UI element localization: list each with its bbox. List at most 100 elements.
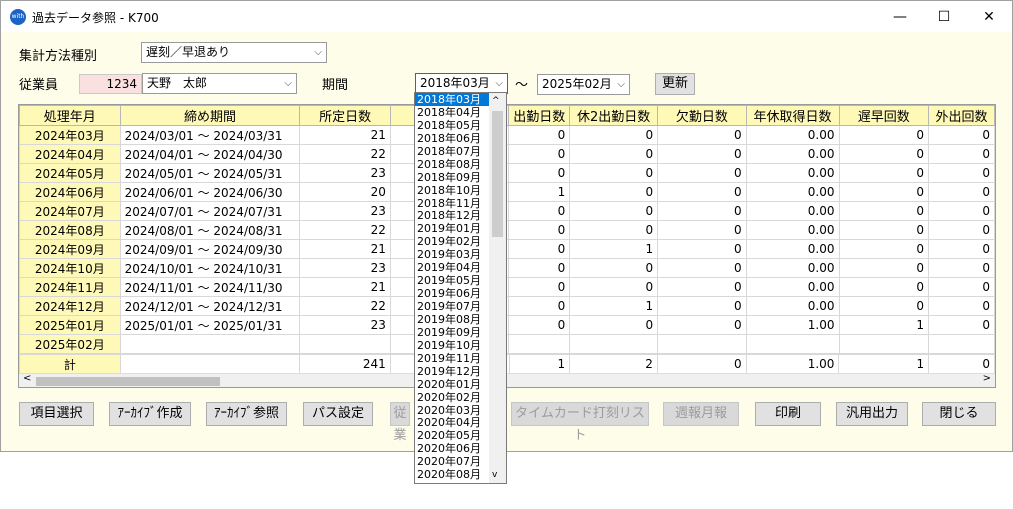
period-dropdown-list[interactable]: 2018年03月 2018年04月 2018年05月 2018年06月 2018年07月… (414, 92, 507, 484)
table-cell[interactable]: 0 (569, 201, 659, 221)
table-cell[interactable]: 23 (299, 315, 391, 335)
table-cell[interactable]: 2024年03月 (19, 125, 121, 145)
dropdown-option[interactable]: 2018年12月 (415, 209, 491, 222)
table-cell[interactable] (508, 334, 571, 354)
action-button[interactable]: 項目選択 (19, 402, 94, 426)
table-row[interactable]: 2024年10月 2024/10/01 ～ 2024/10/31 23 0 0 0 0.00… (19, 258, 995, 278)
column-header[interactable]: 外出回数 (928, 105, 995, 126)
table-cell[interactable]: 21 (299, 125, 391, 145)
table-cell[interactable]: 0 (838, 182, 929, 202)
table-cell[interactable]: 0 (928, 258, 995, 278)
table-cell[interactable]: 0 (928, 315, 995, 335)
table-cell[interactable]: 0 (928, 220, 995, 240)
table-cell[interactable] (928, 334, 995, 354)
table-cell[interactable]: 2024年08月 (19, 220, 121, 240)
dropdown-option[interactable]: 2018年03月 (415, 93, 491, 106)
aggregation-select[interactable]: 遅刻／早退あり ⌵ (141, 42, 327, 63)
table-cell[interactable]: 0 (657, 163, 747, 183)
dropdown-option[interactable]: 2019年07月 (415, 300, 491, 313)
table-cell[interactable]: 0 (657, 315, 747, 335)
table-cell[interactable]: 2024/07/01 ～ 2024/07/31 (119, 201, 301, 221)
dropdown-scrollbar[interactable]: ^ v (489, 93, 506, 483)
table-cell[interactable]: 2024年11月 (19, 277, 121, 297)
table-cell[interactable]: 2024年06月 (19, 182, 121, 202)
table-cell[interactable]: 0 (657, 125, 747, 145)
column-header[interactable]: 出勤日数 (508, 105, 571, 126)
table-cell[interactable]: 0 (928, 144, 995, 164)
table-cell[interactable]: 0.00 (745, 258, 840, 278)
table-cell[interactable]: 0 (508, 239, 571, 259)
period-from-select[interactable]: 2018年03月 ⌵ (415, 73, 508, 94)
table-cell[interactable] (657, 334, 747, 354)
table-cell[interactable]: 1 (838, 315, 929, 335)
action-button[interactable]: パス設定 (303, 402, 373, 426)
table-row[interactable]: 2024年12月 2024/12/01 ～ 2024/12/31 22 0 1 0 0.00… (19, 296, 995, 316)
dropdown-option[interactable]: 2020年05月 (415, 429, 491, 442)
column-header[interactable]: 欠勤日数 (657, 105, 747, 126)
dropdown-option[interactable]: 2019年02月 (415, 235, 491, 248)
table-row[interactable]: 2024年03月 2024/03/01 ～ 2024/03/31 21 0 0 0 0.00… (19, 125, 995, 145)
table-cell[interactable]: 2024/06/01 ～ 2024/06/30 (119, 182, 301, 202)
table-cell[interactable]: 0 (569, 315, 659, 335)
column-header[interactable]: 休2出勤日数 (569, 105, 659, 126)
table-cell[interactable]: 0 (569, 220, 659, 240)
table-cell[interactable]: 0 (508, 163, 571, 183)
scroll-left-icon[interactable]: < (23, 373, 31, 384)
table-cell[interactable]: 0.00 (745, 144, 840, 164)
table-cell[interactable]: 20 (299, 182, 391, 202)
table-cell[interactable] (745, 334, 840, 354)
column-header[interactable]: 所定日数 (299, 105, 391, 126)
table-cell[interactable]: 0 (657, 144, 747, 164)
column-header[interactable]: 年休取得日数 (745, 105, 840, 126)
dropdown-option[interactable]: 2019年10月 (415, 339, 491, 352)
table-cell[interactable]: 2025年01月 (19, 315, 121, 335)
table-cell[interactable]: 0 (569, 125, 659, 145)
table-cell[interactable]: 0.00 (745, 201, 840, 221)
dropdown-option[interactable]: 2020年01月 (415, 378, 491, 391)
table-cell[interactable]: 2024年04月 (19, 144, 121, 164)
table-cell[interactable]: 2024/05/01 ～ 2024/05/31 (119, 163, 301, 183)
table-cell[interactable]: 0 (508, 296, 571, 316)
scroll-down-icon[interactable]: v (492, 470, 497, 480)
table-row[interactable]: 2025年01月 2025/01/01 ～ 2025/01/31 23 0 0 0 1.00… (19, 315, 995, 335)
dropdown-option[interactable]: 2020年08月 (415, 468, 491, 481)
table-cell[interactable]: 0 (657, 296, 747, 316)
table-cell[interactable]: 0 (569, 144, 659, 164)
action-button[interactable]: 汎用出力 (836, 402, 908, 426)
table-cell[interactable]: 0 (569, 277, 659, 297)
table-cell[interactable]: 0 (928, 163, 995, 183)
table-cell[interactable]: 0.00 (745, 239, 840, 259)
scroll-up-icon[interactable]: ^ (492, 96, 500, 106)
table-row[interactable]: 2024年06月 2024/06/01 ～ 2024/06/30 20 1 0 0 0.00… (19, 182, 995, 202)
table-cell[interactable]: 0.00 (745, 220, 840, 240)
table-cell[interactable]: 0 (508, 315, 571, 335)
table-cell[interactable]: 2024年12月 (19, 296, 121, 316)
table-cell[interactable]: 0 (508, 125, 571, 145)
table-cell[interactable]: 2024/09/01 ～ 2024/09/30 (119, 239, 301, 259)
table-cell[interactable]: 22 (299, 220, 391, 240)
dropdown-option[interactable]: 2019年08月 (415, 313, 491, 326)
table-cell[interactable]: 0 (838, 201, 929, 221)
employee-name-select[interactable]: 天野 太郎 ⌵ (142, 73, 297, 94)
minimize-button[interactable]: — (877, 1, 923, 32)
table-cell[interactable]: 2024/10/01 ～ 2024/10/31 (119, 258, 301, 278)
table-cell[interactable]: 0 (928, 296, 995, 316)
table-cell[interactable]: 2024/04/01 ～ 2024/04/30 (119, 144, 301, 164)
dropdown-option[interactable]: 2019年05月 (415, 274, 491, 287)
table-cell[interactable]: 23 (299, 258, 391, 278)
action-button[interactable]: 印刷 (755, 402, 821, 426)
dropdown-scroll-thumb[interactable] (492, 111, 503, 237)
dropdown-option[interactable]: 2020年03月 (415, 404, 491, 417)
table-cell[interactable]: 0 (569, 163, 659, 183)
table-cell[interactable]: 2024年07月 (19, 201, 121, 221)
table-cell[interactable]: 0.00 (745, 125, 840, 145)
table-cell[interactable]: 0 (928, 125, 995, 145)
table-cell[interactable]: 0 (838, 296, 929, 316)
table-cell[interactable]: 2024年10月 (19, 258, 121, 278)
dropdown-option[interactable]: 2018年07月 (415, 145, 491, 158)
dropdown-option[interactable]: 2020年06月 (415, 442, 491, 455)
table-cell[interactable]: 2025年02月 (19, 334, 121, 354)
table-cell[interactable]: 0 (508, 144, 571, 164)
table-cell[interactable]: 0 (838, 239, 929, 259)
table-cell[interactable]: 0.00 (745, 277, 840, 297)
